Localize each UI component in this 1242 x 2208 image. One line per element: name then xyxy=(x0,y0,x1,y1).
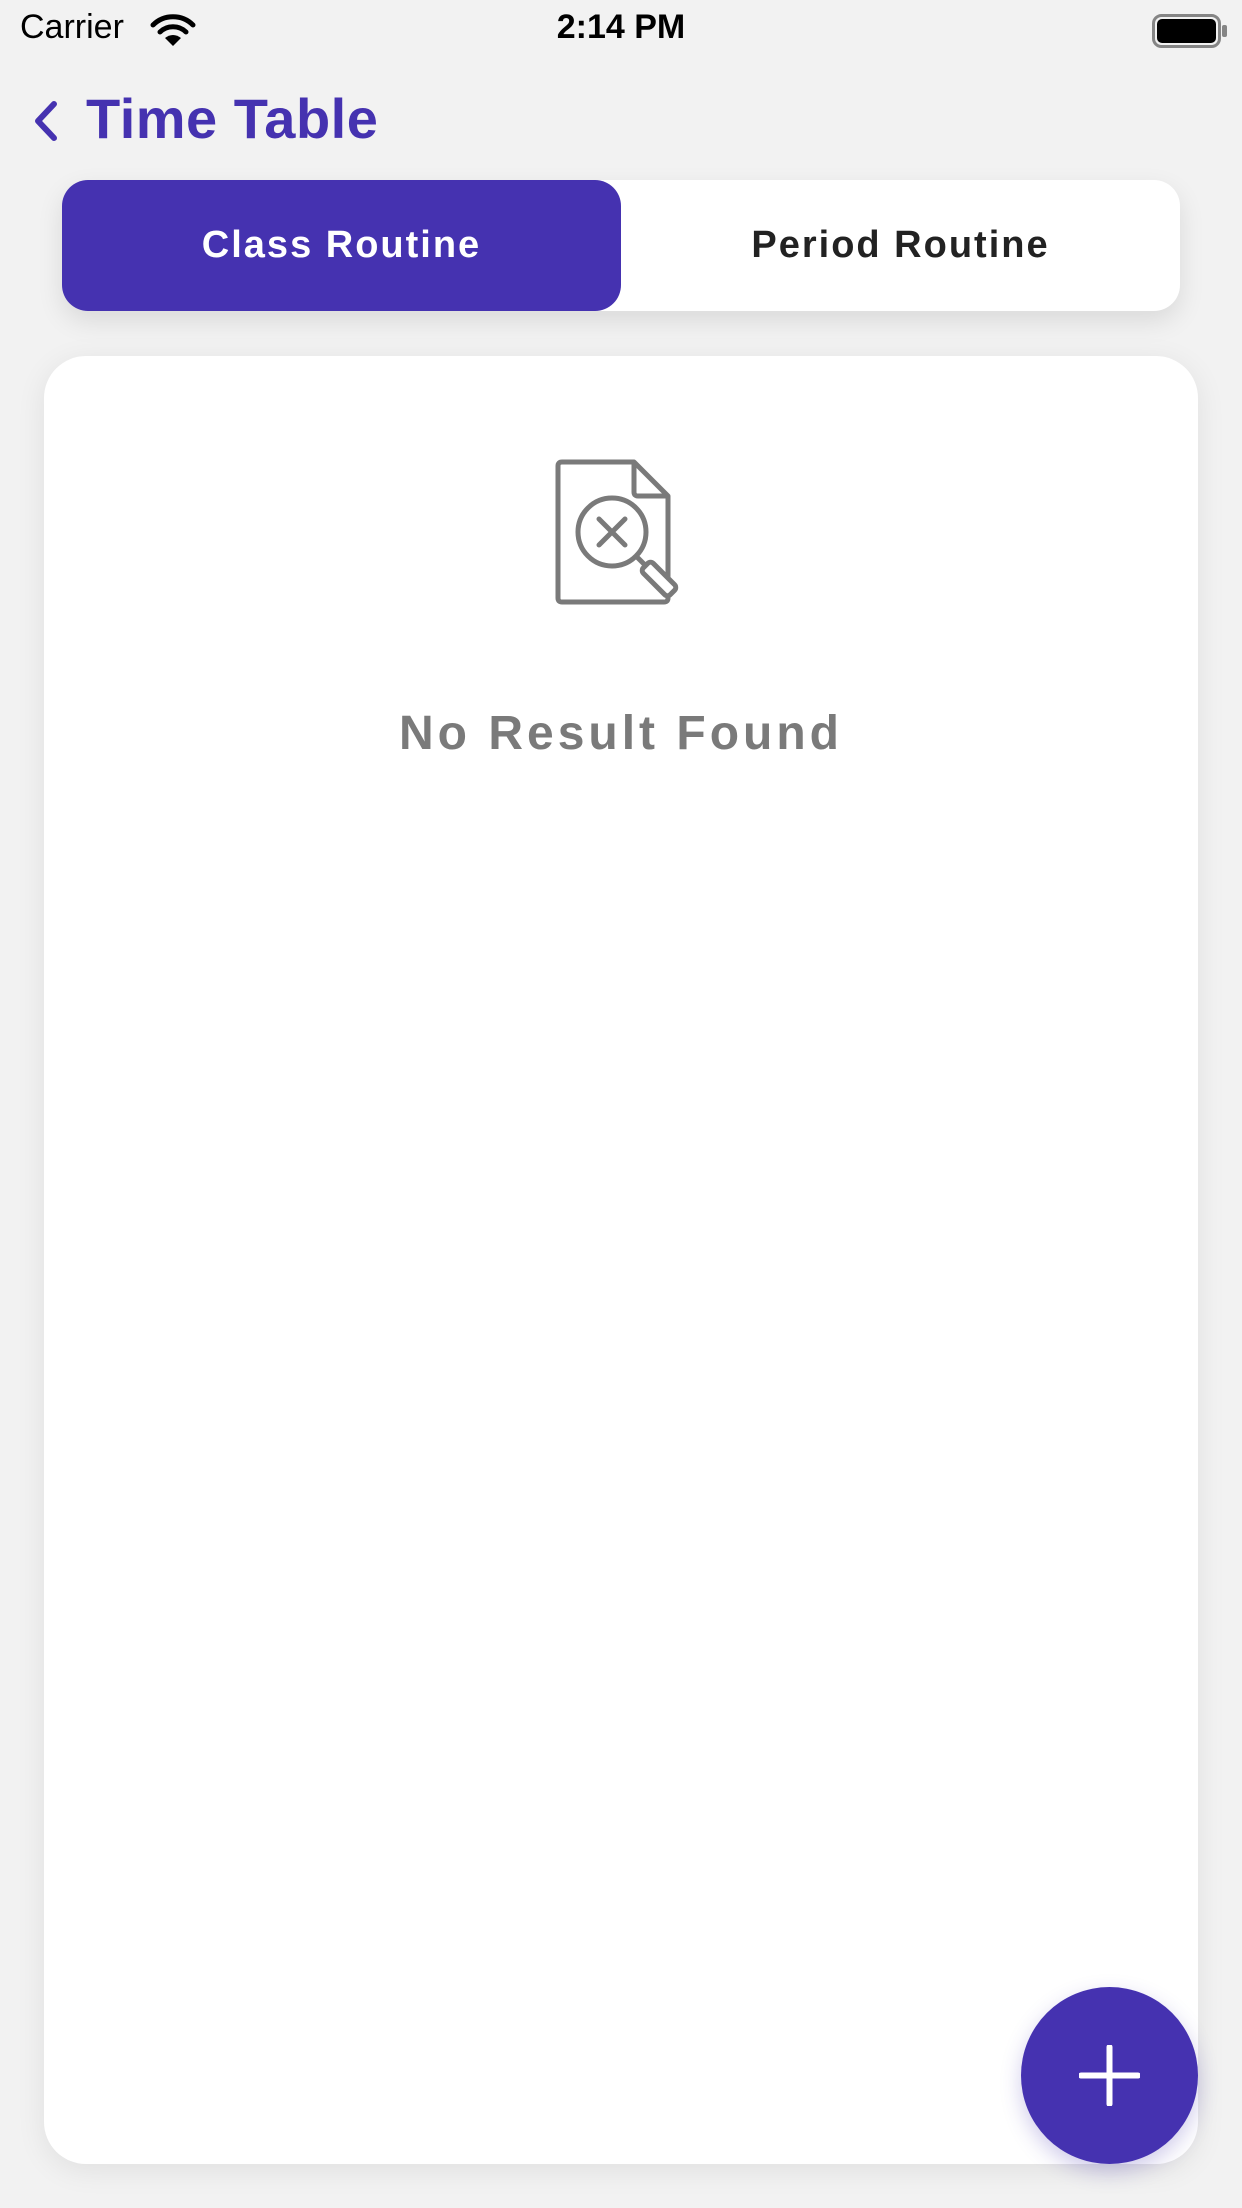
tab-class-routine[interactable]: Class Routine xyxy=(62,180,621,311)
routine-tabs: Class Routine Period Routine xyxy=(62,180,1180,311)
status-bar: Carrier 2:14 PM xyxy=(0,0,1242,62)
content-card: No Result Found xyxy=(44,356,1198,2164)
tab-period-routine[interactable]: Period Routine xyxy=(621,180,1180,311)
chevron-left-icon[interactable] xyxy=(28,98,64,144)
empty-state-message: No Result Found xyxy=(399,707,843,760)
page-title: Time Table xyxy=(86,87,379,150)
nav-header: Time Table xyxy=(0,80,1242,160)
battery-icon xyxy=(1152,14,1227,48)
plus-icon xyxy=(1079,2045,1140,2106)
document-search-x-icon xyxy=(555,459,679,605)
add-button[interactable] xyxy=(1021,1987,1198,2164)
status-time: 2:14 PM xyxy=(556,8,686,46)
